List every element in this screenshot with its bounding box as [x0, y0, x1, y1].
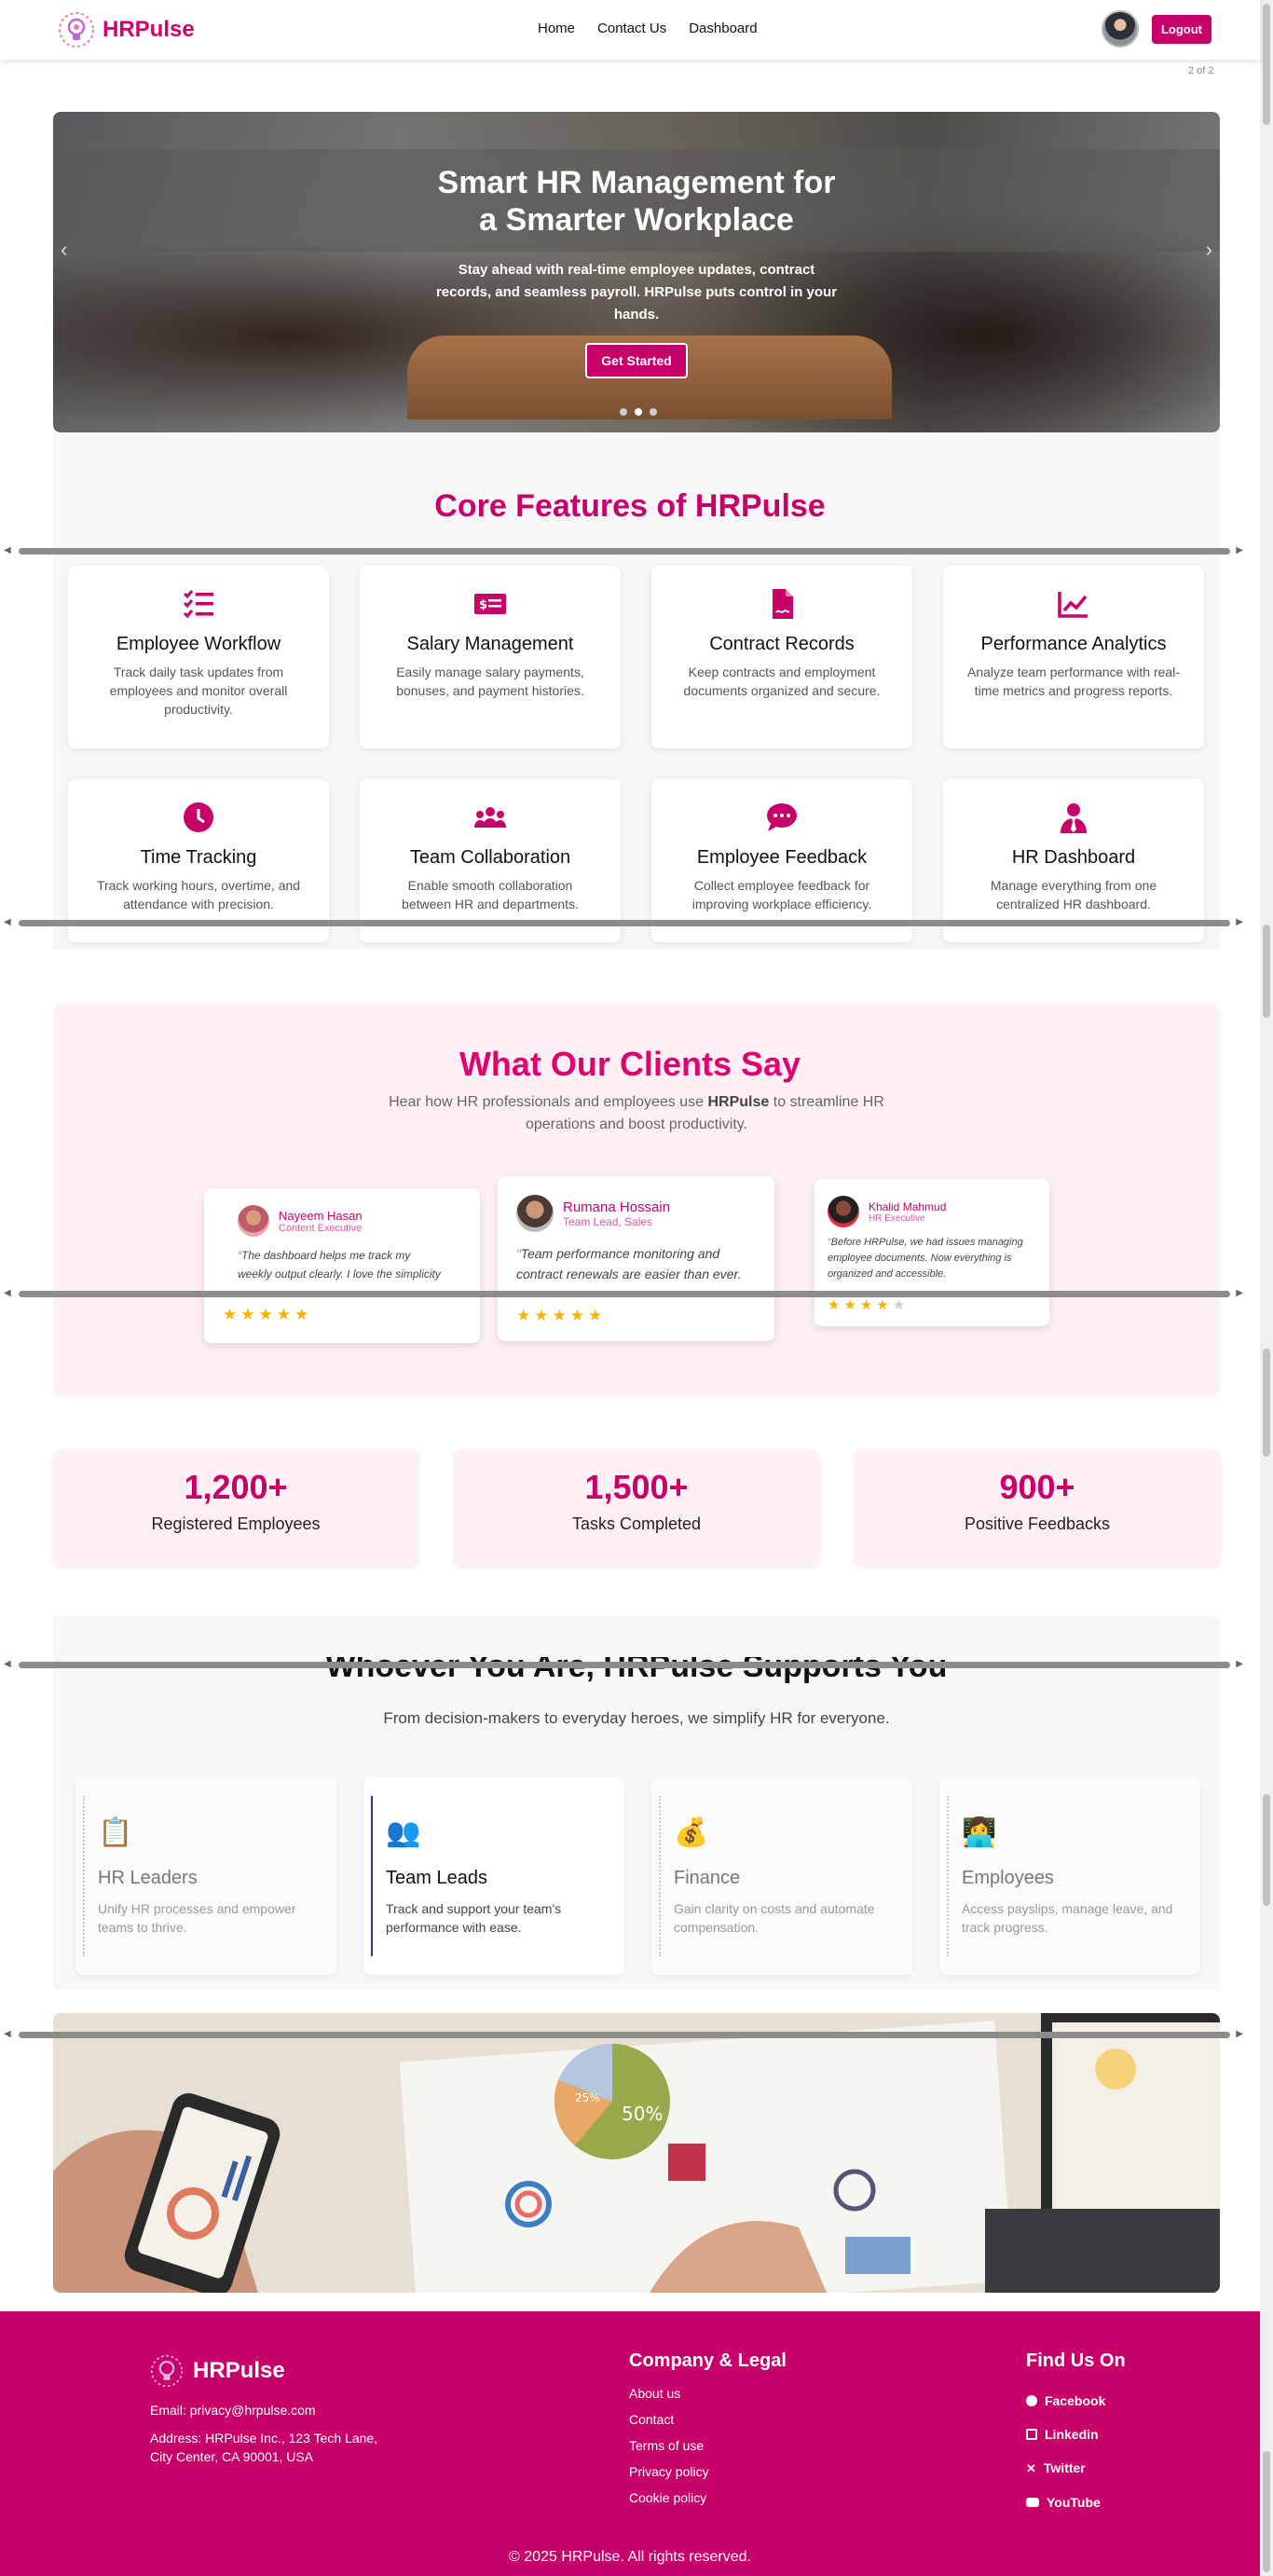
carousel-next-icon[interactable]: › [1206, 238, 1212, 262]
scroll-thumb[interactable] [1263, 4, 1270, 125]
hero-carousel: Smart HR Management for a Smarter Workpla… [53, 112, 1220, 432]
money-bag-icon: 💰 [674, 1817, 709, 1848]
youtube-icon [1026, 2498, 1039, 2507]
horizontal-scrollbar[interactable]: ◀ ▶ [0, 916, 1260, 929]
page-indicator: 2 of 2 [1188, 65, 1214, 76]
clipboard-icon: 📋 [98, 1817, 133, 1848]
employee-laptop-icon: 👩‍💻 [962, 1817, 997, 1848]
top-navbar: HRPulse Home Contact Us Dashboard Logout [0, 0, 1260, 60]
horizontal-scrollbar[interactable]: ◀ ▶ [0, 1658, 1260, 1671]
carousel-dots[interactable] [620, 408, 657, 416]
hero-subtitle: Stay ahead with real-time employee updat… [435, 262, 838, 322]
lightbulb-logo-icon [150, 2354, 184, 2388]
company-heading: Company & Legal [629, 2350, 787, 2371]
star-rating: ★★★★★ [516, 1307, 607, 1324]
nav-link-dashboard[interactable]: Dashboard [689, 21, 757, 36]
horizontal-scrollbar[interactable]: ◀ ▶ [0, 1287, 1260, 1300]
feature-card: Contract Records Keep contracts and emplo… [651, 566, 912, 748]
footer-brand[interactable]: HRPulse [150, 2354, 285, 2388]
testimonials-subtitle: Hear how HR professionals and employees … [389, 1094, 884, 1132]
lightbulb-logo-icon [59, 12, 94, 48]
analytics-illustration: 50% 25% [53, 2013, 1220, 2293]
carousel-prev-icon[interactable]: ‹ [61, 238, 67, 262]
youtube-link[interactable]: YouTube [1026, 2486, 1105, 2519]
scroll-thumb[interactable] [1263, 1349, 1270, 1457]
linkedin-icon [1026, 2429, 1037, 2440]
brand-name: HRPulse [103, 17, 195, 42]
get-started-button[interactable]: Get Started [585, 343, 688, 378]
svg-text:50%: 50% [622, 2103, 663, 2125]
social-heading: Find Us On [1026, 2350, 1126, 2371]
scroll-thumb[interactable] [1263, 925, 1270, 1018]
stat-card: 900+ Positive Feedbacks [855, 1449, 1220, 1566]
comment-dots-icon [767, 803, 797, 831]
user-tie-icon [1061, 803, 1087, 833]
footer-link-about[interactable]: About us [629, 2380, 709, 2406]
users-icon: 👥 [386, 1817, 421, 1848]
audience-card[interactable]: 💰 Finance Gain clarity on costs and automa… [651, 1777, 912, 1975]
facebook-icon [1026, 2395, 1037, 2406]
stat-card: 1,500+ Tasks Completed [454, 1449, 819, 1566]
horizontal-scrollbar[interactable]: ◀ ▶ [0, 544, 1260, 557]
audience-card[interactable]: 👩‍💻 Employees Access payslips, manage leav… [939, 1777, 1200, 1975]
avatar [828, 1196, 859, 1227]
twitter-link[interactable]: ✕ Twitter [1026, 2451, 1105, 2486]
star-rating: ★★★★★ [223, 1306, 313, 1323]
vertical-scrollbar[interactable] [1260, 0, 1273, 2576]
testimonial-card: Khalid Mahmud HR Executive “Before HRPuls… [814, 1179, 1049, 1326]
horizontal-scrollbar[interactable]: ◀ ▶ [0, 2028, 1260, 2041]
copyright: © 2025 HRPulse. All rights reserved. [509, 2549, 751, 2565]
file-contract-icon [773, 589, 793, 619]
tasks-icon [183, 590, 213, 619]
testimonials-title: What Our Clients Say [459, 1045, 801, 1083]
audience-card-active[interactable]: 👥 Team Leads Track and support your team's… [363, 1777, 624, 1975]
linkedin-link[interactable]: Linkedin [1026, 2418, 1105, 2451]
chart-line-icon [1058, 592, 1088, 618]
footer-link-privacy[interactable]: Privacy policy [629, 2459, 709, 2485]
feature-card: Performance Analytics Analyze team perfor… [943, 566, 1204, 748]
scroll-thumb[interactable] [1263, 2451, 1270, 2572]
svg-text:$: $ [479, 598, 487, 612]
testimonial-card: Rumana Hossain Team Lead, Sales “Team per… [498, 1176, 774, 1341]
stat-card: 1,200+ Registered Employees [53, 1449, 418, 1566]
facebook-link[interactable]: Facebook [1026, 2384, 1105, 2418]
testimonial-card: Nayeem Hasan Content Executive “The dashb… [204, 1188, 480, 1343]
support-subtitle: From decision-makers to everyday heroes,… [383, 1709, 890, 1727]
clock-icon [184, 802, 213, 832]
brand[interactable]: HRPulse [58, 11, 195, 48]
footer-email: Email: privacy@hrpulse.com [150, 2403, 316, 2418]
features-title: Core Features of HRPulse [434, 488, 826, 524]
users-icon [474, 807, 506, 828]
audience-card[interactable]: 📋 HR Leaders Unify HR processes and empowe… [75, 1777, 336, 1975]
avatar [238, 1205, 269, 1237]
feature-card: Employee Workflow Track daily task update… [68, 566, 329, 748]
avatar [516, 1195, 554, 1232]
footer-link-contact[interactable]: Contact [629, 2406, 709, 2432]
analytics-photo-banner: 50% 25% [53, 2013, 1220, 2293]
x-icon: ✕ [1026, 2461, 1036, 2475]
nav-link-home[interactable]: Home [538, 21, 575, 36]
hero-title: Smart HR Management for a Smarter Workpla… [437, 165, 836, 238]
social-links: Facebook Linkedin ✕ Twitter YouTube [1026, 2384, 1105, 2519]
svg-text:25%: 25% [575, 2091, 600, 2104]
nav-link-contact[interactable]: Contact Us [597, 21, 666, 36]
user-avatar[interactable] [1102, 10, 1139, 48]
feature-card: $ Salary Management Easily manage salary … [360, 566, 621, 748]
logout-button[interactable]: Logout [1152, 15, 1211, 44]
footer-address: Address: HRPulse Inc., 123 Tech Lane, Cit… [150, 2431, 378, 2464]
money-check-icon: $ [474, 594, 506, 614]
footer: HRPulse Email: privacy@hrpulse.com Addre… [0, 2311, 1260, 2576]
footer-link-terms[interactable]: Terms of use [629, 2432, 709, 2459]
footer-link-cookie[interactable]: Cookie policy [629, 2485, 709, 2511]
scroll-thumb[interactable] [1263, 1794, 1270, 1906]
company-links: About us Contact Terms of use Privacy po… [629, 2380, 709, 2511]
